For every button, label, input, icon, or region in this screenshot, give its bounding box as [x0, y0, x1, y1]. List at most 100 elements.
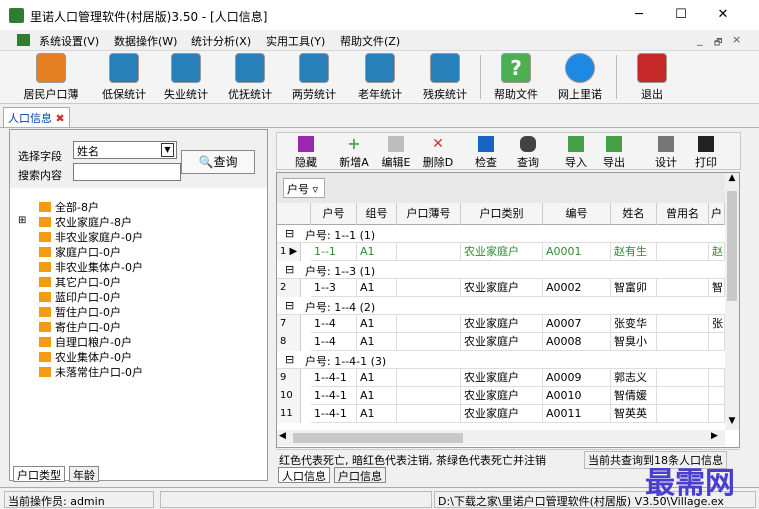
search-button[interactable]: 查询: [511, 136, 545, 170]
menu-help[interactable]: 帮助文件(Z): [340, 33, 400, 49]
group-row[interactable]: ⊟ 户号: 1--1 (1): [277, 225, 725, 243]
column-header[interactable]: 组号: [357, 203, 397, 225]
grid-cell[interactable]: A1: [357, 243, 397, 261]
row-number[interactable]: 8: [277, 333, 301, 351]
grid-cell[interactable]: 智英英: [611, 405, 657, 423]
grid-cell[interactable]: 1--3: [311, 279, 357, 297]
tree-item[interactable]: 未落常住户口-0户: [39, 364, 143, 379]
collapse-icon[interactable]: ⊟: [285, 227, 294, 240]
grid-cell[interactable]: A0007: [543, 315, 611, 333]
grid-cell[interactable]: 农业家庭户: [461, 315, 543, 333]
column-header[interactable]: 曾用名: [657, 203, 709, 225]
collapse-icon[interactable]: ⊟: [285, 353, 294, 366]
row-number[interactable]: 11: [277, 405, 301, 423]
child-close-button[interactable]: ×: [732, 33, 741, 46]
scroll-left-icon[interactable]: ◀: [279, 431, 286, 441]
grid-cell[interactable]: 智臭小: [611, 333, 657, 351]
group-by-chip[interactable]: 户号 ▿: [283, 178, 325, 198]
low-income-stats-button[interactable]: 低保统计: [96, 53, 152, 103]
row-number[interactable]: 9: [277, 369, 301, 387]
grid-cell[interactable]: 赵: [709, 243, 725, 261]
import-button[interactable]: 导入: [561, 136, 591, 170]
export-button[interactable]: 导出: [599, 136, 629, 170]
tree-item[interactable]: 自理口粮户-0户: [39, 334, 132, 349]
grid-cell[interactable]: A1: [357, 279, 397, 297]
grid-cell[interactable]: 赵有生: [611, 243, 657, 261]
row-number[interactable]: 10: [277, 387, 301, 405]
group-row[interactable]: ⊟ 户号: 1--4-1 (3): [277, 351, 725, 369]
grid-cell[interactable]: [709, 369, 725, 387]
close-icon[interactable]: ✖: [56, 112, 65, 125]
delete-button[interactable]: ✕ 删除D: [421, 136, 455, 170]
grid-cell[interactable]: [397, 405, 461, 423]
help-file-button[interactable]: ? 帮助文件: [488, 53, 544, 103]
grid-cell[interactable]: [657, 387, 709, 405]
column-header[interactable]: 户: [709, 203, 725, 225]
menu-data[interactable]: 数据操作(W): [114, 33, 177, 49]
edit-button[interactable]: 编辑E: [379, 136, 413, 170]
child-restore-button[interactable]: 🗗: [714, 35, 722, 51]
grid-cell[interactable]: [657, 279, 709, 297]
maximize-button[interactable]: ☐: [670, 6, 692, 24]
print-button[interactable]: 打印: [691, 136, 721, 170]
exit-button[interactable]: 退出: [624, 53, 680, 103]
vertical-scrollbar[interactable]: ▲ ▼: [725, 173, 739, 430]
tree-item[interactable]: 非农业家庭户-0户: [39, 229, 143, 244]
disability-stats-button[interactable]: 残疾统计: [417, 53, 473, 103]
collapse-icon[interactable]: ⊟: [285, 263, 294, 276]
grid-cell[interactable]: A0002: [543, 279, 611, 297]
grid-cell[interactable]: [657, 315, 709, 333]
check-button[interactable]: 检查: [469, 136, 503, 170]
grid-cell[interactable]: 农业家庭户: [461, 387, 543, 405]
grid-cell[interactable]: A1: [357, 369, 397, 387]
minimize-button[interactable]: ─: [628, 6, 650, 24]
row-number[interactable]: 2: [277, 279, 301, 297]
grid-cell[interactable]: 农业家庭户: [461, 405, 543, 423]
column-header[interactable]: 编号: [543, 203, 611, 225]
grid-cell[interactable]: A1: [357, 315, 397, 333]
hide-button[interactable]: 隐藏: [291, 136, 321, 170]
grid-cell[interactable]: 1--4: [311, 315, 357, 333]
tree-item[interactable]: 农业集体户-0户: [39, 349, 132, 364]
tree-item[interactable]: 非农业集体户-0户: [39, 259, 143, 274]
scroll-thumb[interactable]: [293, 433, 463, 443]
unemployment-stats-button[interactable]: 失业统计: [158, 53, 214, 103]
grid-cell[interactable]: 农业家庭户: [461, 279, 543, 297]
row-number[interactable]: 1 ▶: [277, 243, 301, 261]
chevron-down-icon[interactable]: ▼: [161, 143, 174, 157]
group-row[interactable]: ⊟ 户号: 1--3 (1): [277, 261, 725, 279]
menu-system[interactable]: 系统设置(V): [39, 33, 99, 49]
tree-item[interactable]: 农业家庭户-8户: [39, 214, 132, 229]
resident-book-button[interactable]: 居民户口薄: [19, 53, 83, 103]
grid-cell[interactable]: 农业家庭户: [461, 333, 543, 351]
scroll-thumb[interactable]: [727, 191, 737, 301]
scroll-down-icon[interactable]: ▼: [725, 416, 739, 430]
grid-cell[interactable]: 1--1: [311, 243, 357, 261]
tree-item[interactable]: 暂住户口-0户: [39, 304, 121, 319]
grid-cell[interactable]: [397, 387, 461, 405]
column-header[interactable]: 户号: [311, 203, 357, 225]
tree-item[interactable]: 蓝印户口-0户: [39, 289, 121, 304]
design-button[interactable]: 设计: [651, 136, 681, 170]
grid-cell[interactable]: [657, 243, 709, 261]
grid-cell[interactable]: 1--4-1: [311, 369, 357, 387]
tab-age[interactable]: 年龄: [69, 466, 99, 482]
group-row[interactable]: ⊟ 户号: 1--4 (2): [277, 297, 725, 315]
grid-cell[interactable]: 1--4-1: [311, 387, 357, 405]
online-button[interactable]: 网上里诺: [552, 53, 608, 103]
collapse-icon[interactable]: ⊟: [285, 299, 294, 312]
grid-cell[interactable]: [397, 243, 461, 261]
grid-cell[interactable]: 农业家庭户: [461, 243, 543, 261]
grid-cell[interactable]: 1--4: [311, 333, 357, 351]
tab-household[interactable]: 户口信息: [334, 467, 386, 483]
menu-stats[interactable]: 统计分析(X): [191, 33, 251, 49]
tree-item[interactable]: 家庭户口-0户: [39, 244, 121, 259]
grid-cell[interactable]: A0009: [543, 369, 611, 387]
grid-cell[interactable]: A1: [357, 387, 397, 405]
grid-cell[interactable]: [397, 333, 461, 351]
column-header[interactable]: 户口类别: [461, 203, 543, 225]
scroll-right-icon[interactable]: ▶: [711, 431, 718, 441]
grid-cell[interactable]: 智倩媛: [611, 387, 657, 405]
grid-cell[interactable]: A0011: [543, 405, 611, 423]
grid-cell[interactable]: 智富卯: [611, 279, 657, 297]
